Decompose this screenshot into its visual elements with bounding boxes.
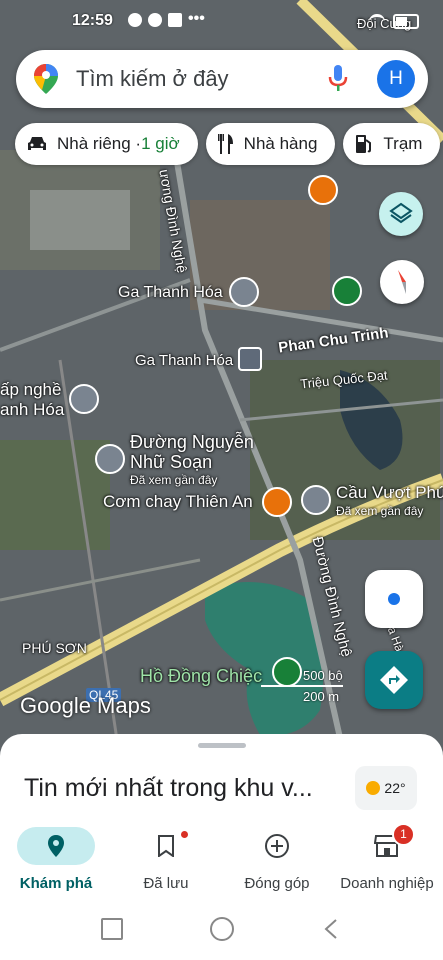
google-maps-logo: Google Maps [20,693,151,718]
bottom-navigation: Khám phá Đã lưu Đóng góp 1 Doanh nghiệp [0,822,443,900]
map-marker-ga-thanh-hoa[interactable] [229,277,259,307]
map-marker-bridge[interactable] [301,485,331,515]
directions-button[interactable] [365,651,423,709]
chip-restaurants-label: Nhà hàng [243,134,318,153]
back-chevron-icon [324,919,337,939]
recents-button[interactable] [101,918,123,940]
microphone-icon[interactable] [328,65,348,98]
compass-icon [398,270,406,294]
nav-saved-icon-wrap [127,827,205,865]
search-bar[interactable]: Tìm kiếm ở đây H [16,50,428,108]
chip-gas-label: Trạm [383,134,423,153]
home-button[interactable] [210,917,234,941]
gas-station-icon [355,134,373,154]
directions-icon [380,666,408,694]
chip-restaurants[interactable]: Nhà hàng [205,123,336,165]
scale-bar [261,685,343,687]
map-label-thanh-hoa: anh Hóa [0,400,65,419]
my-location-button[interactable] [365,570,423,628]
nav-explore[interactable]: Khám phá [6,822,106,892]
gallery-icon [168,13,182,27]
account-avatar[interactable]: H [377,60,415,98]
map-label-com-chay: Cơm chay Thiên An [103,492,253,511]
chip-home-duration: 1 giờ [141,134,180,153]
map-label-cau-vuot: Cầu Vượt Phú [336,483,443,502]
status-right [369,14,419,29]
add-circle-icon [265,834,289,858]
map-label-phu-son: PHÚ SƠN [22,640,87,656]
google-maps-pin-icon [34,64,58,99]
layers-icon [389,202,413,224]
nav-saved-label: Đã lưu [143,875,189,892]
chat-icon [148,13,162,27]
map-label-recently-viewed-2: Đã xem gần đây [336,504,424,518]
map-marker-cap-nghe[interactable] [69,384,99,414]
map-label-nguyen-nhu-soan: Đường Nguyễn [130,432,254,452]
nav-explore-icon-wrap [17,827,95,865]
nav-business[interactable]: 1 Doanh nghiệp [337,822,437,892]
business-badge: 1 [392,823,415,846]
nav-contribute-icon-wrap [238,827,316,865]
car-icon [27,136,47,152]
notification-icons: ••• [128,10,205,27]
category-chips: Nhà riêng · 1 giờ Nhà hàng Trạm [15,123,441,165]
nav-contribute[interactable]: Đóng góp [227,822,327,892]
map-label-recently-viewed-1: Đã xem gần đây [130,473,218,487]
scale-bottom: 200 m [303,689,340,704]
back-button[interactable] [324,919,338,944]
sheet-title[interactable]: Tin mới nhất trong khu v... [24,774,313,803]
map-marker-train-station[interactable] [238,347,262,371]
weather-chip[interactable]: 22° [355,766,417,810]
search-input[interactable]: Tìm kiếm ở đây [76,66,229,92]
nav-business-icon-wrap: 1 [348,823,426,865]
nav-contribute-label: Đóng góp [244,875,310,892]
map-label-cap-nghe: ấp nghề [0,380,62,399]
scale-top: 500 bộ [303,668,343,683]
satellite-map[interactable]: Đội Cung ương Đình Nghệ Ga Thanh Hóa Ga … [0,0,443,760]
bookmark-icon [158,835,174,857]
sheet-drag-handle[interactable] [198,743,246,748]
map-marker-park[interactable] [332,276,362,306]
status-bar: 12:59 ••• [0,8,443,36]
map-scale: 500 bộ 200 m [261,668,343,704]
map-marker-restaurant[interactable] [262,487,292,517]
battery-icon [393,14,419,29]
chip-home-label: Nhà riêng · [57,134,142,153]
nav-business-label: Doanh nghiệp [340,875,434,892]
status-time: 12:59 [72,12,113,29]
nav-explore-label: Khám phá [19,875,93,892]
map-label-ho-dong-chiec: Hồ Đồng Chiệc [140,666,263,686]
nav-saved[interactable]: Đã lưu [116,822,216,892]
bottom-sheet[interactable]: Tin mới nhất trong khu v... 22° [0,734,443,824]
chip-home[interactable]: Nhà riêng · 1 giờ [15,123,198,165]
chip-gas[interactable]: Trạm [343,123,441,165]
saved-dot [181,831,188,838]
map-label-nguyen-nhu-soan-2: Nhữ Soạn [130,452,213,472]
map-marker-cafe[interactable] [308,175,338,205]
map-marker-nguyen-nhu-soan[interactable] [95,444,125,474]
messenger-icon [128,13,142,27]
map-label-ga-thanh-hoa-2: Ga Thanh Hóa [135,352,234,369]
restaurant-icon [217,134,234,154]
map-label-ga-thanh-hoa: Ga Thanh Hóa [118,284,223,301]
more-notifications-icon: ••• [188,10,205,27]
explore-pin-icon [48,835,64,857]
layers-button[interactable] [379,192,423,236]
system-navigation-bar [0,900,443,960]
wifi-icon [369,14,385,29]
weather-temp: 22° [384,780,406,796]
compass-button[interactable] [380,260,424,304]
weather-icon [366,781,381,795]
